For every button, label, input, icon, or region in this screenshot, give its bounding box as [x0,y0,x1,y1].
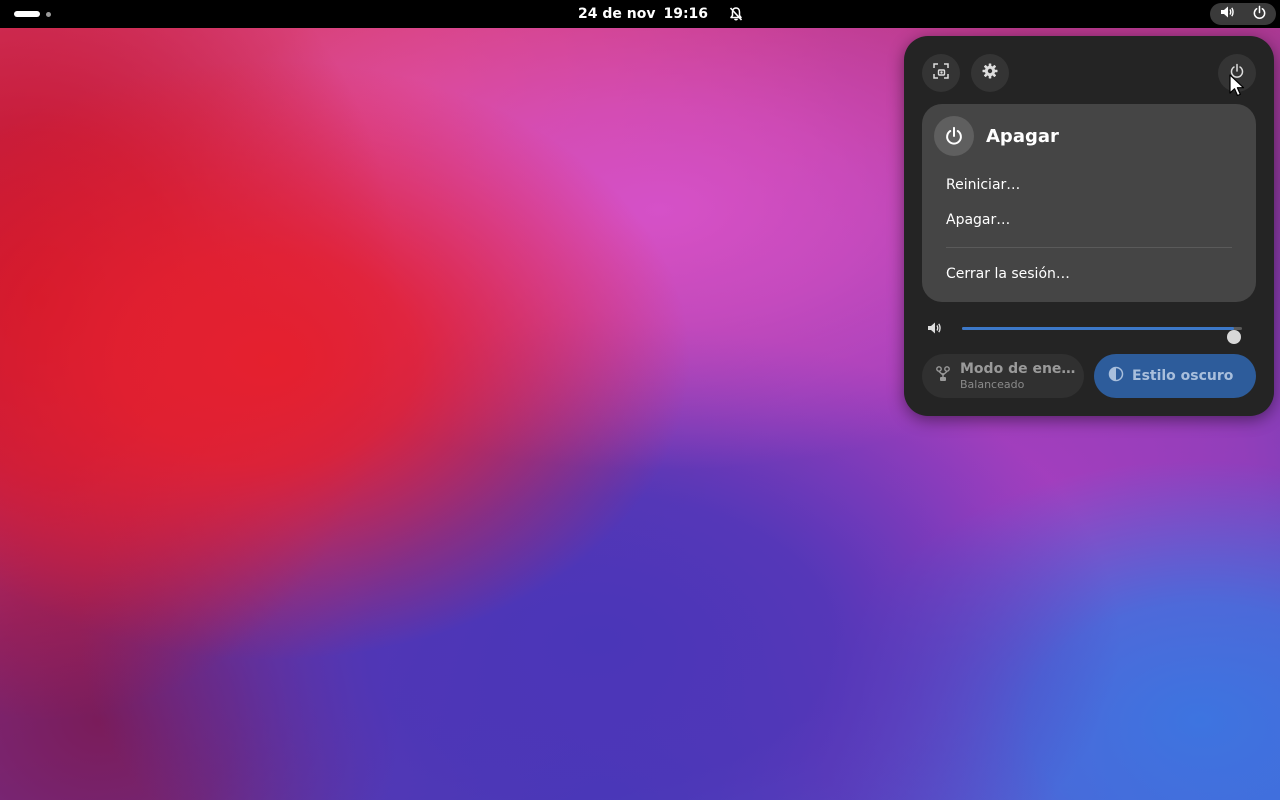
power-mode-icon [934,365,952,387]
log-out-menu-item[interactable]: Cerrar la sesión… [934,259,1244,289]
clock-button[interactable]: 24 de nov 19:16 [570,0,752,28]
time-label: 19:16 [663,6,709,22]
settings-button[interactable] [971,54,1009,92]
active-workspace-indicator [14,11,40,17]
top-bar: 24 de nov 19:16 [0,0,1280,28]
dark-style-toggle[interactable]: Estilo oscuro [1094,354,1256,398]
screenshot-icon [932,62,950,84]
volume-row [926,318,1252,344]
quick-settings-panel: Apagar Reiniciar… Apagar… Cerrar la sesi… [904,36,1274,416]
power-submenu-header: Apagar [934,116,1059,156]
gear-icon [981,62,999,84]
power-mode-subtitle: Balanceado [960,378,1025,391]
system-tray[interactable] [1210,3,1276,25]
restart-menu-item[interactable]: Reiniciar… [934,170,1244,200]
speaker-icon [1219,4,1235,24]
dark-style-icon [1108,366,1124,386]
volume-slider-handle[interactable] [1227,330,1241,344]
power-icon [1252,5,1267,24]
workspace-dot [46,12,51,17]
volume-slider-fill [962,327,1234,330]
power-icon [934,116,974,156]
date-label: 24 de nov [578,6,656,22]
power-submenu-title: Apagar [986,125,1059,147]
desktop: 24 de nov 19:16 Apagar Reiniciar… Apagar… [0,0,1280,800]
activities-button[interactable] [14,8,58,20]
dark-style-title: Estilo oscuro [1132,368,1234,384]
power-mode-title: Modo de ene… [960,361,1076,377]
menu-separator [946,247,1232,248]
mouse-cursor-icon [1229,74,1247,102]
speaker-icon[interactable] [926,320,942,340]
power-off-menu-item[interactable]: Apagar… [934,205,1244,235]
power-mode-toggle[interactable]: Modo de ene… Balanceado [922,354,1084,398]
bell-off-icon [728,6,744,22]
screenshot-button[interactable] [922,54,960,92]
power-submenu: Apagar Reiniciar… Apagar… Cerrar la sesi… [922,104,1256,302]
volume-slider[interactable] [962,327,1242,344]
